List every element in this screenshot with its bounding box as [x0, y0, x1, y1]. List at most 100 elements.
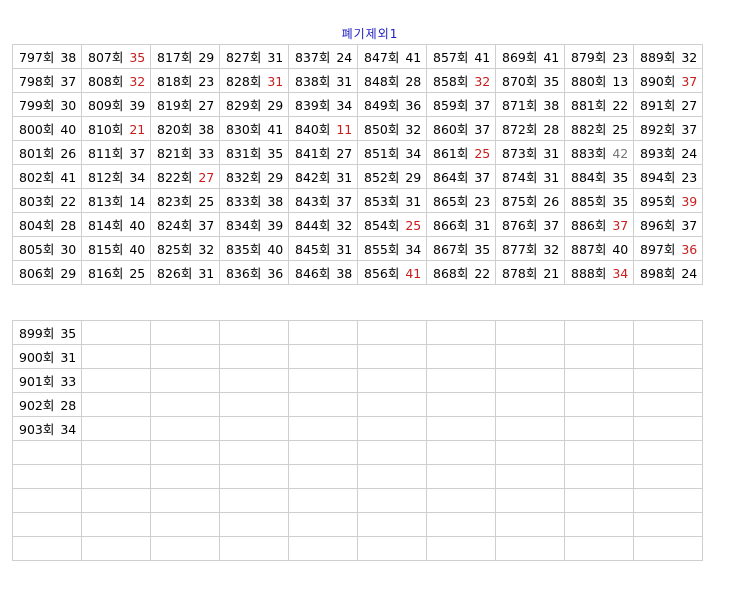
- table-cell: 876회 37: [495, 212, 565, 237]
- round-value: 37: [474, 98, 491, 113]
- round-value: 29: [60, 266, 77, 281]
- table-cell: [633, 536, 703, 561]
- table-cell: [633, 368, 703, 393]
- table-cell: [150, 392, 220, 417]
- round-value: 34: [60, 422, 77, 437]
- table-cell: 889회 32: [633, 44, 703, 69]
- round-value: 31: [543, 170, 560, 185]
- round-value: 31: [336, 170, 353, 185]
- table-cell: 880회 13: [564, 68, 634, 93]
- table-cell: 809회 39: [81, 92, 151, 117]
- draw-table-continued: 899회 35 900회 31 901회 33 902회 28 903회 34: [12, 320, 703, 561]
- round-label: 857회: [433, 50, 469, 65]
- round-value: 24: [681, 266, 698, 281]
- round-value: 40: [267, 242, 284, 257]
- table-row: 900회 31: [12, 344, 703, 369]
- table-cell: [150, 416, 220, 441]
- table-cell: 832회 29: [219, 164, 289, 189]
- table-cell: 896회 37: [633, 212, 703, 237]
- round-label: 832회: [226, 170, 262, 185]
- round-label: 866회: [433, 218, 469, 233]
- round-value: 32: [405, 122, 422, 137]
- round-label: 895회: [640, 194, 676, 209]
- round-label: 816회: [88, 266, 124, 281]
- round-value: 37: [474, 122, 491, 137]
- table-cell: 826회 31: [150, 260, 220, 285]
- round-label: 829회: [226, 98, 262, 113]
- table-cell: 800회 40: [12, 116, 82, 141]
- round-label: 865회: [433, 194, 469, 209]
- round-label: 878회: [502, 266, 538, 281]
- table-cell: 866회 31: [426, 212, 496, 237]
- table-cell: [426, 464, 496, 489]
- table-cell: [219, 488, 289, 513]
- table-cell: [495, 344, 565, 369]
- table-cell: [426, 416, 496, 441]
- round-label: 814회: [88, 218, 124, 233]
- round-label: 902회: [19, 398, 55, 413]
- round-label: 835회: [226, 242, 262, 257]
- round-value: 29: [267, 170, 284, 185]
- round-label: 836회: [226, 266, 262, 281]
- table-cell: [288, 344, 358, 369]
- round-label: 833회: [226, 194, 262, 209]
- table-row: 806회 29 816회 25 826회 31 836회 36 846회 38 856회 41 868회…: [12, 260, 703, 285]
- table-cell: 873회 31: [495, 140, 565, 165]
- table-cell: 847회 41: [357, 44, 427, 69]
- round-label: 854회: [364, 218, 400, 233]
- round-label: 893회: [640, 146, 676, 161]
- table-cell: [426, 344, 496, 369]
- round-value: 31: [60, 350, 77, 365]
- round-label: 903회: [19, 422, 55, 437]
- table-cell: [288, 392, 358, 417]
- table-cell: 899회 35: [12, 320, 82, 345]
- round-value: 37: [681, 74, 698, 89]
- round-value: 28: [60, 398, 77, 413]
- table-cell: 887회 40: [564, 236, 634, 261]
- table-cell: [564, 440, 634, 465]
- round-value: 26: [60, 146, 77, 161]
- round-value: 40: [612, 242, 629, 257]
- table-cell: [81, 440, 151, 465]
- table-cell: 799회 30: [12, 92, 82, 117]
- table-cell: [288, 464, 358, 489]
- round-value: 37: [198, 218, 215, 233]
- round-label: 798회: [19, 74, 55, 89]
- table-row: 799회 30 809회 39 819회 27 829회 29 839회 34 849회 36 859회…: [12, 92, 703, 117]
- round-value: 13: [612, 74, 629, 89]
- round-value: 40: [60, 122, 77, 137]
- table-cell: 865회 23: [426, 188, 496, 213]
- round-value: 31: [543, 146, 560, 161]
- table-cell: [633, 488, 703, 513]
- table-cell: 853회 31: [357, 188, 427, 213]
- round-value: 27: [198, 98, 215, 113]
- table-cell: 885회 35: [564, 188, 634, 213]
- table-cell: [81, 320, 151, 345]
- table-cell: [564, 536, 634, 561]
- table-cell: 824회 37: [150, 212, 220, 237]
- round-label: 892회: [640, 122, 676, 137]
- round-label: 849회: [364, 98, 400, 113]
- table-cell: [150, 320, 220, 345]
- draw-table-main: 797회 38 807회 35 817회 29 827회 31 837회 24 847회 41 857회…: [12, 44, 703, 285]
- table-cell: 808회 32: [81, 68, 151, 93]
- round-value: 34: [129, 170, 146, 185]
- table-cell: [426, 320, 496, 345]
- table-cell: 802회 41: [12, 164, 82, 189]
- table-cell: 813회 14: [81, 188, 151, 213]
- round-value: 22: [612, 98, 629, 113]
- round-value: 37: [681, 122, 698, 137]
- round-label: 900회: [19, 350, 55, 365]
- round-value: 23: [198, 74, 215, 89]
- table-cell: 839회 34: [288, 92, 358, 117]
- table-cell: 891회 27: [633, 92, 703, 117]
- table-cell: [495, 320, 565, 345]
- round-value: 37: [474, 170, 491, 185]
- round-label: 808회: [88, 74, 124, 89]
- table-cell: [495, 512, 565, 537]
- round-value: 35: [129, 50, 146, 65]
- round-value: 33: [198, 146, 215, 161]
- table-cell: [288, 440, 358, 465]
- round-label: 852회: [364, 170, 400, 185]
- round-label: 864회: [433, 170, 469, 185]
